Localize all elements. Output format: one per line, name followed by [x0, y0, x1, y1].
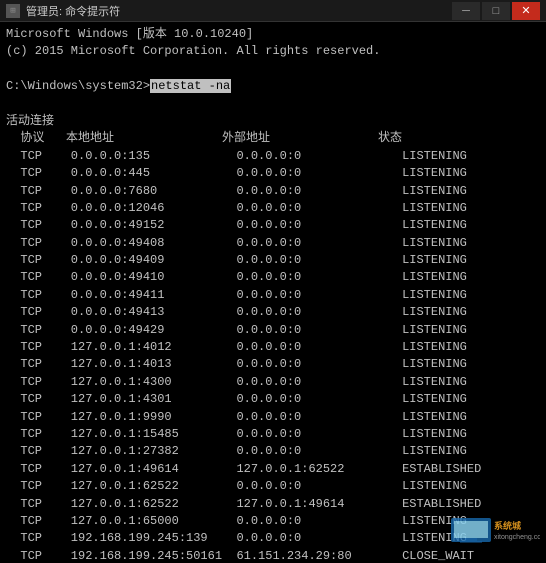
table-row: TCP 0.0.0.0:49152 0.0.0.0:0 LISTENING	[6, 217, 540, 234]
table-row: TCP 127.0.0.1:62522 0.0.0.0:0 LISTENING	[6, 478, 540, 495]
title-bar: ⊞ 管理员: 命令提示符 ─ □ ✕	[0, 0, 546, 22]
table-row: TCP 0.0.0.0:49408 0.0.0.0:0 LISTENING	[6, 235, 540, 252]
table-row: TCP 0.0.0.0:49411 0.0.0.0:0 LISTENING	[6, 287, 540, 304]
table-row: TCP 0.0.0.0:49410 0.0.0.0:0 LISTENING	[6, 269, 540, 286]
table-row: TCP 0.0.0.0:49409 0.0.0.0:0 LISTENING	[6, 252, 540, 269]
maximize-button[interactable]: □	[482, 2, 510, 20]
section-header: 活动连接	[6, 113, 540, 130]
table-row: TCP 127.0.0.1:65000 0.0.0.0:0 LISTENING	[6, 513, 540, 530]
table-row: TCP 127.0.0.1:15485 0.0.0.0:0 LISTENING	[6, 426, 540, 443]
table-row: TCP 0.0.0.0:49429 0.0.0.0:0 LISTENING	[6, 322, 540, 339]
table-row: TCP 127.0.0.1:4012 0.0.0.0:0 LISTENING	[6, 339, 540, 356]
table-row: TCP 127.0.0.1:4300 0.0.0.0:0 LISTENING	[6, 374, 540, 391]
window-controls: ─ □ ✕	[452, 2, 540, 20]
prompt-text: C:\Windows\system32>	[6, 79, 150, 93]
command-text: netstat -na	[150, 79, 231, 93]
copyright-line: (c) 2015 Microsoft Corporation. All righ…	[6, 43, 540, 60]
table-row: TCP 0.0.0.0:49413 0.0.0.0:0 LISTENING	[6, 304, 540, 321]
table-row: TCP 0.0.0.0:7680 0.0.0.0:0 LISTENING	[6, 183, 540, 200]
table-row: TCP 127.0.0.1:4013 0.0.0.0:0 LISTENING	[6, 356, 540, 373]
table-row: TCP 127.0.0.1:4301 0.0.0.0:0 LISTENING	[6, 391, 540, 408]
prompt-line: C:\Windows\system32>netstat -na	[6, 78, 540, 95]
table-row: TCP 0.0.0.0:12046 0.0.0.0:0 LISTENING	[6, 200, 540, 217]
table-row: TCP 127.0.0.1:49614 127.0.0.1:62522 ESTA…	[6, 461, 540, 478]
table-row: TCP 127.0.0.1:9990 0.0.0.0:0 LISTENING	[6, 409, 540, 426]
table-row: TCP 192.168.199.245:50161 61.151.234.29:…	[6, 548, 540, 563]
minimize-button[interactable]: ─	[452, 2, 480, 20]
blank-line-2	[6, 96, 540, 113]
title-bar-left: ⊞ 管理员: 命令提示符	[6, 3, 120, 19]
window-title: 管理员: 命令提示符	[26, 3, 120, 19]
win-version-line: Microsoft Windows [版本 10.0.10240]	[6, 26, 540, 43]
table-row: TCP 192.168.199.245:139 0.0.0.0:0 LISTEN…	[6, 530, 540, 547]
blank-line-1	[6, 61, 540, 78]
terminal-window: Microsoft Windows [版本 10.0.10240] (c) 20…	[0, 22, 546, 563]
table-row: TCP 127.0.0.1:27382 0.0.0.0:0 LISTENING	[6, 443, 540, 460]
netstat-rows: TCP 0.0.0.0:135 0.0.0.0:0 LISTENING TCP …	[6, 148, 540, 563]
column-header: 协议 本地地址 外部地址 状态	[6, 130, 540, 147]
close-button[interactable]: ✕	[512, 2, 540, 20]
table-row: TCP 0.0.0.0:135 0.0.0.0:0 LISTENING	[6, 148, 540, 165]
table-row: TCP 127.0.0.1:62522 127.0.0.1:49614 ESTA…	[6, 496, 540, 513]
cmd-icon: ⊞	[6, 4, 20, 18]
table-row: TCP 0.0.0.0:445 0.0.0.0:0 LISTENING	[6, 165, 540, 182]
